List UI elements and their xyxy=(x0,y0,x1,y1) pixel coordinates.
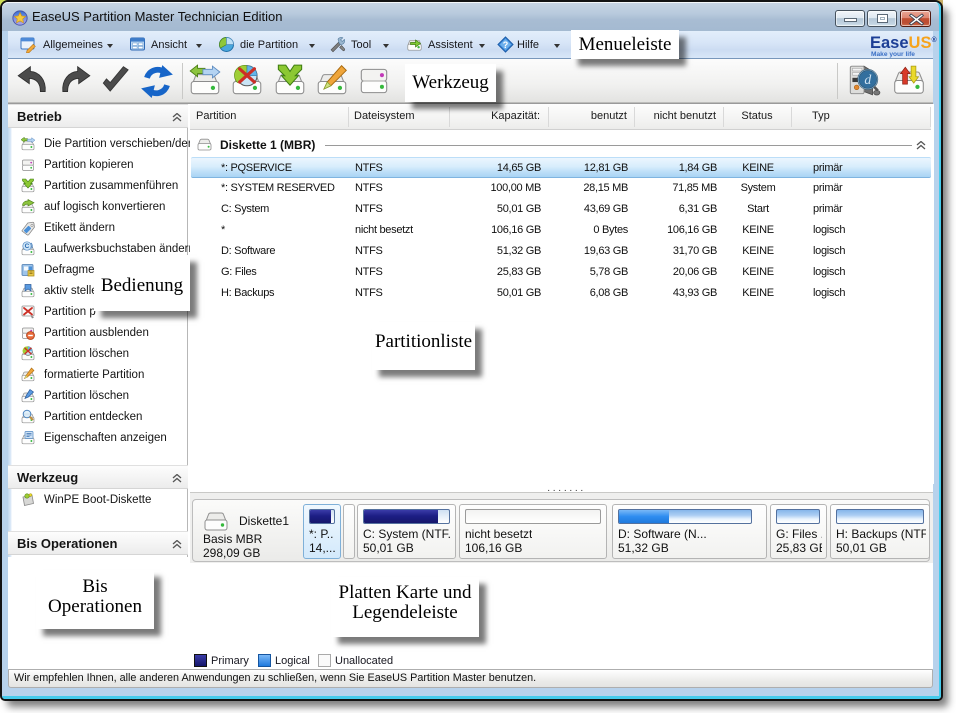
svg-text:?: ? xyxy=(503,40,509,50)
svg-text:C: C xyxy=(25,243,30,250)
svg-text:d: d xyxy=(864,72,871,87)
